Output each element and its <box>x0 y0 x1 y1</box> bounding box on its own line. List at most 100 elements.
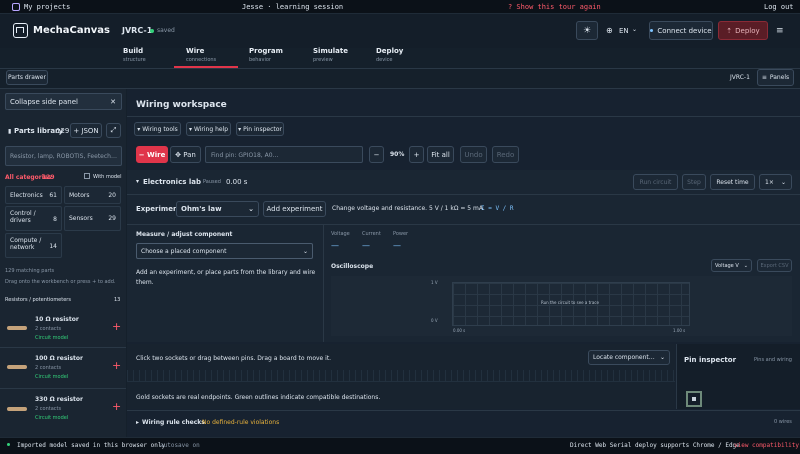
export-csv-button[interactable]: Export CSV <box>757 259 792 272</box>
component-select[interactable]: Choose a placed component ⌄ <box>136 243 313 259</box>
oscilloscope-channel-select[interactable]: Voltage V ⌄ <box>711 259 752 272</box>
menu-icon[interactable]: ≡ <box>776 26 784 36</box>
tour-link[interactable]: ? Show this tour again <box>508 3 601 11</box>
speed-select[interactable]: 1× ⌄ <box>759 174 792 190</box>
rules-status: No defined-rule violations <box>202 419 280 426</box>
category-control[interactable]: Control / drivers 8 <box>5 206 62 231</box>
add-part-button[interactable]: + <box>112 320 121 333</box>
list-item[interactable]: 330 Ω resistor 2 contacts Circuit model … <box>0 390 126 434</box>
add-json-button[interactable]: + JSON <box>70 123 102 138</box>
add-part-button[interactable]: + <box>112 400 121 413</box>
category-compute[interactable]: Compute / network 14 <box>5 233 62 258</box>
current-value: — <box>362 241 370 250</box>
resistor-icon <box>7 407 27 411</box>
current-label: Current <box>362 231 381 237</box>
pin-socket-icon[interactable] <box>686 391 702 407</box>
deploy-button[interactable]: ⇡ Deploy <box>718 21 768 40</box>
close-icon: ✕ <box>110 97 116 106</box>
experiment-description: Change voltage and resistance. 5 V / 1 k… <box>332 205 485 212</box>
save-status: saved <box>157 27 175 34</box>
tab-simulate[interactable]: Simulate preview <box>313 47 348 63</box>
category-sensors[interactable]: Sensors 29 <box>64 206 121 231</box>
reset-time-button[interactable]: Reset time <box>710 174 755 190</box>
resistor-icon <box>7 326 27 330</box>
rules-expand-icon[interactable]: ▸ <box>136 419 139 426</box>
globe-icon: ⊕ <box>606 26 613 35</box>
divider <box>323 225 324 342</box>
experiment-select[interactable]: Ohm's law ⌄ <box>176 201 259 217</box>
project-name: JVRC-1 <box>122 26 153 35</box>
wire-count: 0 wires <box>774 419 792 425</box>
wire-mode-button[interactable]: − Wire <box>136 146 168 163</box>
x-max-tick: 1.00 s <box>673 328 686 333</box>
list-item[interactable]: 10 Ω resistor 2 contacts Circuit model + <box>0 308 126 348</box>
part-contacts: 2 contacts <box>35 406 62 412</box>
tab-wire[interactable]: Wire connections <box>186 47 216 63</box>
panels-button[interactable]: ≡ Panels <box>757 69 794 86</box>
sim-time: 0.00 s <box>226 178 248 186</box>
theme-button[interactable]: ☀ <box>576 21 598 40</box>
expand-icon[interactable]: ⤢ <box>106 123 121 138</box>
zoom-in-button[interactable]: + <box>409 146 424 163</box>
with-model-checkbox[interactable] <box>84 173 90 179</box>
part-name: 100 Ω resistor <box>35 355 83 362</box>
chevron-down-icon: ⌄ <box>632 26 638 33</box>
wiring-help-button[interactable]: ▾ Wiring help <box>186 122 231 136</box>
tab-build[interactable]: Build structure <box>123 47 146 63</box>
circuit-model-badge: Circuit model <box>35 335 69 341</box>
pin-inspector-title: Pin inspector <box>684 356 737 364</box>
pan-mode-button[interactable]: ✥ Pan <box>170 146 201 163</box>
my-projects-link[interactable]: My projects <box>24 3 70 11</box>
collapse-chevron-icon[interactable]: ▾ <box>136 178 139 185</box>
divider <box>0 68 800 69</box>
connect-device-button[interactable]: Connect device <box>649 21 713 40</box>
parts-drawer-button[interactable]: Parts drawer <box>6 70 48 85</box>
view-compatibility-link[interactable]: view compatibility <box>734 442 799 449</box>
group-label: Resistors / potentiometers <box>5 297 71 303</box>
collapse-side-panel-button[interactable]: Collapse side panel ✕ <box>5 93 122 110</box>
category-electronics[interactable]: Electronics 61 <box>5 186 62 204</box>
status-dot <box>7 443 10 446</box>
y-max-tick: 1 V <box>431 280 438 285</box>
measure-title: Measure / adjust component <box>136 231 233 238</box>
list-icon: ≡ <box>761 74 767 81</box>
voltage-label: Voltage <box>331 231 350 237</box>
ohms-law-formula: I = V / R <box>481 205 514 212</box>
parts-search-input[interactable]: Resistor, lamp, ROBOTIS, Feetech… <box>5 146 122 166</box>
page-title: Wiring workspace <box>136 100 227 110</box>
run-hint: Run the circuit to see a trace <box>541 300 599 305</box>
part-contacts: 2 contacts <box>35 365 62 371</box>
tab-program[interactable]: Program behavior <box>249 47 283 63</box>
logo-icon <box>13 23 28 38</box>
status-bar: Imported model saved in this browser onl… <box>0 437 800 454</box>
sim-state: Paused <box>203 179 221 185</box>
wiring-tools-button[interactable]: ▾ Wiring tools <box>134 122 181 136</box>
divider <box>127 224 800 225</box>
add-part-button[interactable]: + <box>112 359 121 372</box>
step-button[interactable]: Step <box>682 174 706 190</box>
language-select[interactable]: EN <box>619 27 629 35</box>
group-count: 13 <box>114 297 121 303</box>
drag-hint: Drag onto the workbench or press + to ad… <box>5 279 116 285</box>
tab-deploy[interactable]: Deploy device <box>376 47 403 63</box>
y-min-tick: 0 V <box>431 318 438 323</box>
pin-inspector-sub: Pins and wiring <box>754 357 792 363</box>
add-experiment-button[interactable]: Add experiment <box>263 201 326 217</box>
divider <box>127 410 800 411</box>
storage-note: Imported model saved in this browser onl… <box>17 442 166 449</box>
list-item[interactable]: 100 Ω resistor 2 contacts Circuit model … <box>0 349 126 389</box>
logout-link[interactable]: Log out <box>764 3 794 11</box>
pin-inspector-button[interactable]: ▾ Pin inspector <box>236 122 284 136</box>
rules-label[interactable]: Wiring rule checks <box>142 419 205 426</box>
fit-all-button[interactable]: Fit all <box>427 146 454 163</box>
redo-button[interactable]: Redo <box>492 146 519 163</box>
find-pin-input[interactable]: Find pin: GPIO18, A0… <box>205 146 363 163</box>
locate-component-select[interactable]: Locate component… ⌄ <box>588 350 670 365</box>
category-motors[interactable]: Motors 20 <box>64 186 121 204</box>
matching-count: 129 matching parts <box>5 268 55 274</box>
run-circuit-button[interactable]: Run circuit <box>633 174 678 190</box>
app-icon <box>12 3 20 11</box>
undo-button[interactable]: Undo <box>460 146 487 163</box>
library-icon: ▮ <box>8 128 12 135</box>
zoom-out-button[interactable]: − <box>369 146 384 163</box>
